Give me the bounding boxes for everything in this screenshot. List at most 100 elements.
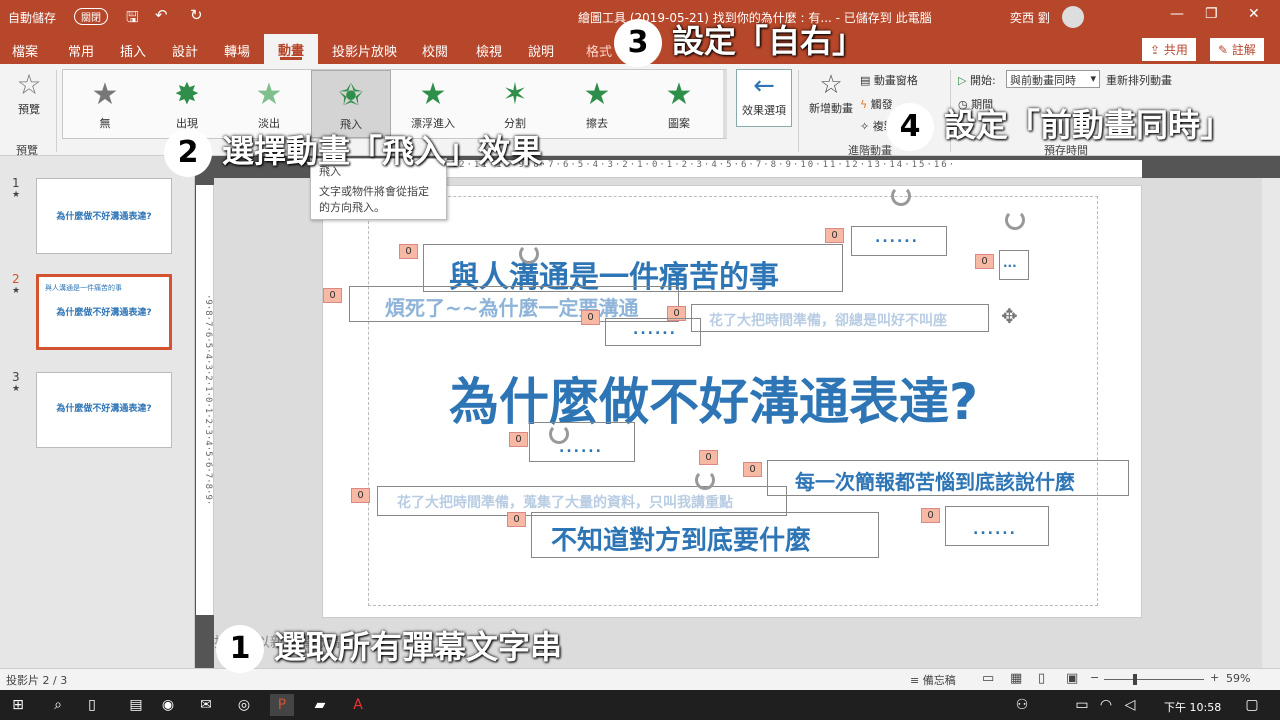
normal-view-icon[interactable]: ▭ xyxy=(982,671,994,686)
notes-icon: ≡ xyxy=(910,674,923,687)
animation-pane-label: 動畫窗格 xyxy=(873,74,918,87)
minimize-icon[interactable]: — xyxy=(1170,6,1184,22)
zoom-in-icon[interactable]: + xyxy=(1210,671,1219,684)
pdf-icon[interactable]: A xyxy=(346,694,370,716)
animation-order-badge[interactable]: 0 xyxy=(323,288,342,303)
slideshow-view-icon[interactable]: ▣ xyxy=(1066,671,1078,686)
slide[interactable]: 與人溝通是一件痛苦的事 0 煩死了~~為什麼一定要溝通 0 花了大把時間準備，卻… xyxy=(322,185,1142,618)
star-icon: ★ xyxy=(255,77,283,112)
close-icon[interactable]: ✕ xyxy=(1248,6,1260,22)
dots-text[interactable]: ...... xyxy=(875,230,919,246)
tab-design[interactable]: 設計 xyxy=(172,41,198,60)
animation-order-badge[interactable]: 0 xyxy=(509,432,528,447)
effect-none[interactable]: ★ 無 xyxy=(65,70,145,138)
tab-help[interactable]: 說明 xyxy=(528,41,554,60)
save-icon[interactable]: 🖫 xyxy=(126,7,139,32)
preview-button[interactable]: ☆ 預覽 xyxy=(8,68,50,117)
chevron-down-icon: ▾ xyxy=(1090,72,1096,85)
undo-icon[interactable]: ↶ xyxy=(155,6,168,24)
people-icon[interactable]: ⚇ xyxy=(1010,694,1034,716)
slide-thumbnail-2[interactable]: 與人溝通是一件痛苦的事 為什麼做不好溝通表達? xyxy=(36,274,172,350)
dots-text[interactable]: ...... xyxy=(559,440,603,456)
comment-button[interactable]: ✎ 註解 xyxy=(1210,38,1264,61)
animation-order-badge[interactable]: 0 xyxy=(507,512,526,527)
effect-wipe[interactable]: ★ 擦去 xyxy=(557,70,637,138)
vertical-scrollbar[interactable] xyxy=(1262,178,1280,668)
share-button[interactable]: ⇪ 共用 xyxy=(1142,38,1196,61)
zoom-slider-thumb[interactable] xyxy=(1133,674,1137,685)
powerpoint-icon[interactable]: P xyxy=(270,694,294,716)
effect-options-button[interactable]: ← 效果選項 xyxy=(736,69,792,127)
slide-thumbnail-1[interactable]: 為什麼做不好溝通表達? xyxy=(36,178,172,254)
chrome-icon[interactable]: ◉ xyxy=(156,694,180,716)
thumbnail-title: 為什麼做不好溝通表達? xyxy=(56,308,152,318)
slide-thumbnail-pane: 1 ★ 為什麼做不好溝通表達? 2 ★ 與人溝通是一件痛苦的事 為什麼做不好溝通… xyxy=(0,156,195,668)
autosave-toggle[interactable]: 關閉 xyxy=(74,8,108,25)
tooltip-body: 文字或物件將會從指定的方向飛入。 xyxy=(319,185,429,214)
scroll-text-2[interactable]: 煩死了~~為什麼一定要溝通 xyxy=(385,292,639,321)
tab-review[interactable]: 校閱 xyxy=(422,41,448,60)
folder-icon[interactable]: ▰ xyxy=(308,694,332,716)
volume-icon[interactable]: ◁ xyxy=(1118,694,1142,716)
redo-icon[interactable]: ↻ xyxy=(190,6,203,24)
tab-slideshow[interactable]: 投影片放映 xyxy=(332,41,397,60)
restore-icon[interactable]: ❐ xyxy=(1205,6,1218,22)
reading-view-icon[interactable]: ▯ xyxy=(1038,671,1045,686)
rotate-handle-icon[interactable] xyxy=(891,186,911,206)
search-icon[interactable]: ⌕ xyxy=(46,694,70,716)
rotate-handle-icon[interactable] xyxy=(1005,210,1025,230)
zoom-level[interactable]: 59% xyxy=(1226,672,1250,685)
scroll-text-4[interactable]: 每一次簡報都苦惱到底該說什麼 xyxy=(795,466,1075,495)
scroll-text-5[interactable]: 花了大把時間準備，蒐集了大量的資料，只叫我講重點 xyxy=(397,492,733,512)
task-view-icon[interactable]: ▯ xyxy=(80,694,104,716)
animation-order-badge[interactable]: 0 xyxy=(351,488,370,503)
sorter-view-icon[interactable]: ▦ xyxy=(1010,671,1022,686)
scroll-text-6[interactable]: 不知道對方到底要什麼 xyxy=(551,520,811,557)
tab-view[interactable]: 檢視 xyxy=(476,41,502,60)
clock[interactable]: 下午 10:58 xyxy=(1164,699,1221,715)
wifi-icon[interactable]: ◠ xyxy=(1094,694,1118,716)
tab-format[interactable]: 格式 xyxy=(586,41,612,60)
dots-text[interactable]: ... xyxy=(1003,256,1017,270)
tab-file[interactable]: 檔案 xyxy=(12,41,38,60)
dots-text[interactable]: ...... xyxy=(633,322,677,338)
notes-button[interactable]: ≡ 備忘稿 xyxy=(910,672,956,688)
rotate-handle-icon[interactable] xyxy=(519,244,539,264)
user-name[interactable]: 奕西 劉 xyxy=(1010,9,1050,26)
start-label: 開始: xyxy=(969,74,996,87)
notification-icon[interactable]: ▢ xyxy=(1240,694,1264,716)
windows-start-icon[interactable]: ⊞ xyxy=(6,694,30,716)
slide-thumbnail-3[interactable]: 為什麼做不好溝通表達? xyxy=(36,372,172,448)
start-dropdown[interactable]: 與前動畫同時 ▾ xyxy=(1006,70,1100,88)
dots-text[interactable]: ...... xyxy=(973,522,1017,538)
tab-animations[interactable]: 動畫 xyxy=(264,34,319,64)
browser-icon[interactable]: ◎ xyxy=(232,694,256,716)
rotate-handle-icon[interactable] xyxy=(549,424,569,444)
step-text: 選取所有彈幕文字串 xyxy=(274,628,563,666)
tab-insert[interactable]: 插入 xyxy=(120,41,146,60)
step-4-annotation: 4 設定「前動畫同時」 xyxy=(886,100,1232,151)
add-animation-button[interactable]: ☆ 新增動畫 xyxy=(806,70,856,116)
animation-pane-button[interactable]: ▤ 動畫窗格 xyxy=(860,72,918,88)
zoom-slider[interactable] xyxy=(1104,679,1204,680)
file-explorer-icon[interactable]: ▤ xyxy=(124,694,148,716)
rotate-handle-icon[interactable] xyxy=(695,470,715,490)
scroll-text-3[interactable]: 花了大把時間準備，卻總是叫好不叫座 xyxy=(709,310,947,330)
animation-order-badge[interactable]: 0 xyxy=(921,508,940,523)
effect-shape[interactable]: ★ 圖案 xyxy=(639,70,719,138)
animation-order-badge[interactable]: 0 xyxy=(399,244,418,259)
play-icon: ▷ xyxy=(958,74,970,87)
avatar[interactable] xyxy=(1062,6,1084,28)
gallery-scrollbar[interactable] xyxy=(723,70,727,138)
tab-transitions[interactable]: 轉場 xyxy=(224,41,250,60)
mail-icon[interactable]: ✉ xyxy=(194,694,218,716)
animation-order-badge[interactable]: 0 xyxy=(975,254,994,269)
notes-label: 備忘稿 xyxy=(922,674,956,687)
animation-order-badge[interactable]: 0 xyxy=(743,462,762,477)
tab-home[interactable]: 常用 xyxy=(68,41,94,60)
zoom-out-icon[interactable]: − xyxy=(1090,671,1099,684)
animation-order-badge[interactable]: 0 xyxy=(825,228,844,243)
animation-order-badge[interactable]: 0 xyxy=(581,310,600,325)
animation-order-badge[interactable]: 0 xyxy=(699,450,718,465)
reorder-animation-button[interactable]: 重新排列動畫 xyxy=(1106,72,1172,88)
